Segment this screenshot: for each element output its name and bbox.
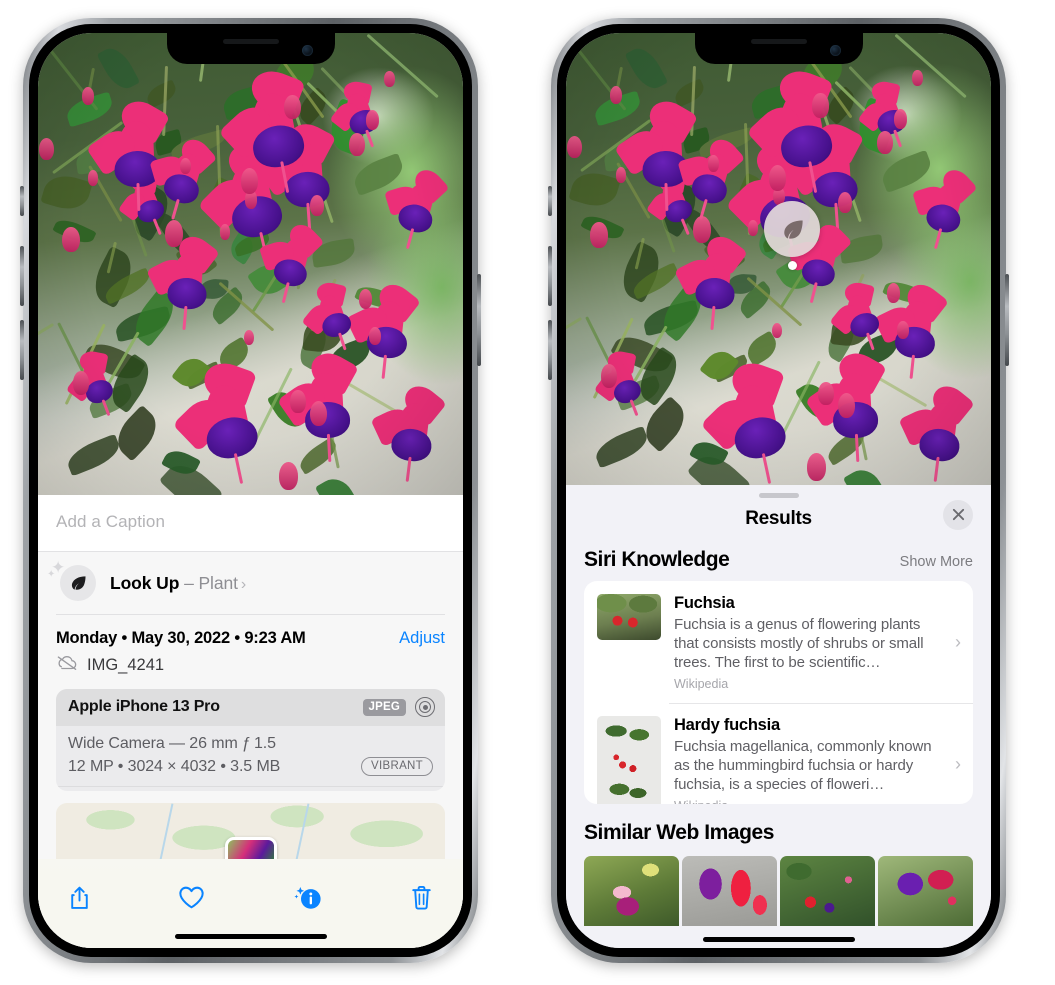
volume-up-button[interactable] <box>20 246 24 306</box>
results-header: Results <box>566 498 991 544</box>
page-title: Results <box>745 507 812 529</box>
look-up-subject: Plant <box>198 572 238 593</box>
volume-down-button[interactable] <box>548 320 552 380</box>
exif-body: Wide Camera — 26 mm ƒ 1.5 12 MP • 3024 ×… <box>56 726 445 786</box>
raw-target-icon <box>415 697 435 717</box>
metadata-block: Monday • May 30, 2022 • 9:23 AM Adjust I… <box>38 615 463 676</box>
location-map-preview[interactable] <box>56 802 445 860</box>
info-sparkle-icon[interactable] <box>293 884 323 912</box>
volume-down-button[interactable] <box>20 320 24 380</box>
section-title: Similar Web Images <box>584 821 774 845</box>
photographic-style-badge: VIBRANT <box>361 757 433 776</box>
phone-left: Add a Caption ✦ ✦ Look Up – Plant › Mond… <box>20 18 481 963</box>
exif-header: Apple iPhone 13 Pro JPEG <box>56 689 445 726</box>
list-item[interactable]: Hardy fuchsia Fuchsia magellanica, commo… <box>584 702 973 805</box>
camera-model: Apple iPhone 13 Pro <box>68 698 220 715</box>
format-badge: JPEG <box>362 698 406 716</box>
similar-image-thumbnail[interactable] <box>780 856 875 927</box>
home-indicator[interactable] <box>174 934 327 939</box>
close-icon[interactable] <box>943 499 973 530</box>
look-up-text: Look Up <box>110 572 180 593</box>
look-up-row[interactable]: ✦ ✦ Look Up – Plant › <box>38 552 463 615</box>
earpiece-speaker <box>750 39 807 44</box>
leaf-icon[interactable] <box>764 201 820 257</box>
home-indicator[interactable] <box>702 937 855 942</box>
leaf-icon: ✦ ✦ <box>47 558 96 601</box>
resolution-info: 12 MP • 3024 × 4032 • 3.5 MB <box>68 757 281 775</box>
screen-left: Add a Caption ✦ ✦ Look Up – Plant › Mond… <box>38 33 463 948</box>
visual-lookup-anchor-dot <box>788 261 797 270</box>
photo-toolbar <box>38 859 463 921</box>
phone-bezel-right: Results Siri Knowledge Show More Fuchsia… <box>557 24 1000 957</box>
heart-icon[interactable] <box>178 885 205 910</box>
similar-image-thumbnail[interactable] <box>682 856 777 927</box>
front-camera-icon <box>301 45 313 56</box>
list-item[interactable]: Fuchsia Fuchsia is a genus of flowering … <box>584 581 973 703</box>
thumbnail-image <box>597 593 661 640</box>
photo-info-sheet: Add a Caption ✦ ✦ Look Up – Plant › Mond… <box>38 495 463 948</box>
caption-input[interactable]: Add a Caption <box>56 512 445 532</box>
front-camera-icon <box>829 45 841 56</box>
silence-switch[interactable] <box>548 186 552 216</box>
exif-card[interactable]: Apple iPhone 13 Pro JPEG Wide Camera — 2… <box>56 689 445 791</box>
section-header-similar-web-images: Similar Web Images <box>566 804 991 847</box>
similar-images-strip[interactable] <box>584 856 973 927</box>
results-sheet: Results Siri Knowledge Show More Fuchsia… <box>566 485 991 948</box>
chevron-right-icon: › <box>240 575 247 593</box>
notch-right <box>694 33 863 64</box>
lens-info: Wide Camera — 26 mm ƒ 1.5 <box>68 735 276 752</box>
map-photo-pin <box>224 837 277 860</box>
sparkle-small-icon: ✦ <box>47 569 56 580</box>
earpiece-speaker <box>222 39 279 44</box>
similar-image-thumbnail[interactable] <box>878 856 973 927</box>
screen-right: Results Siri Knowledge Show More Fuchsia… <box>566 33 991 948</box>
section-title: Siri Knowledge <box>584 547 730 571</box>
notch-left <box>166 33 335 64</box>
exif-stats-row: ISO 50 | 26 mm | 0 ev | ƒ1.5 | 1/181 s <box>56 786 445 791</box>
caption-row[interactable]: Add a Caption <box>38 495 463 552</box>
entity-name: Fuchsia <box>674 593 735 612</box>
entity-description: Fuchsia magellanica, commonly known as t… <box>674 737 932 793</box>
adjust-button[interactable]: Adjust <box>399 629 445 648</box>
photo-viewer-right[interactable] <box>566 33 991 485</box>
entity-description: Fuchsia is a genus of flowering plants t… <box>674 615 924 671</box>
power-button[interactable] <box>477 274 481 366</box>
silence-switch[interactable] <box>20 186 24 216</box>
phone-bezel-left: Add a Caption ✦ ✦ Look Up – Plant › Mond… <box>29 24 472 957</box>
photo-viewer-left[interactable] <box>38 33 463 495</box>
section-header-siri-knowledge: Siri Knowledge Show More <box>566 544 991 581</box>
cloud-slash-icon <box>56 655 78 676</box>
similar-image-thumbnail[interactable] <box>584 856 679 927</box>
entity-source: Wikipedia <box>674 799 936 804</box>
entity-name: Hardy fuchsia <box>674 715 780 734</box>
trash-icon[interactable] <box>410 884 433 911</box>
show-more-button[interactable]: Show More <box>900 554 973 570</box>
chevron-right-icon: › <box>955 631 961 652</box>
phone-right: Results Siri Knowledge Show More Fuchsia… <box>548 18 1009 963</box>
capture-date: Monday • May 30, 2022 • 9:23 AM <box>56 629 306 647</box>
knowledge-card: Fuchsia Fuchsia is a genus of flowering … <box>584 580 973 805</box>
filename: IMG_4241 <box>87 656 165 674</box>
screenshot-canvas: Add a Caption ✦ ✦ Look Up – Plant › Mond… <box>0 0 1055 985</box>
look-up-dash: – <box>184 572 194 593</box>
share-icon[interactable] <box>68 884 91 912</box>
thumbnail-image <box>597 715 661 805</box>
power-button[interactable] <box>1005 274 1009 366</box>
volume-up-button[interactable] <box>548 246 552 306</box>
entity-source: Wikipedia <box>674 676 729 691</box>
chevron-right-icon: › <box>955 753 961 774</box>
look-up-label: Look Up – Plant › <box>110 573 246 594</box>
